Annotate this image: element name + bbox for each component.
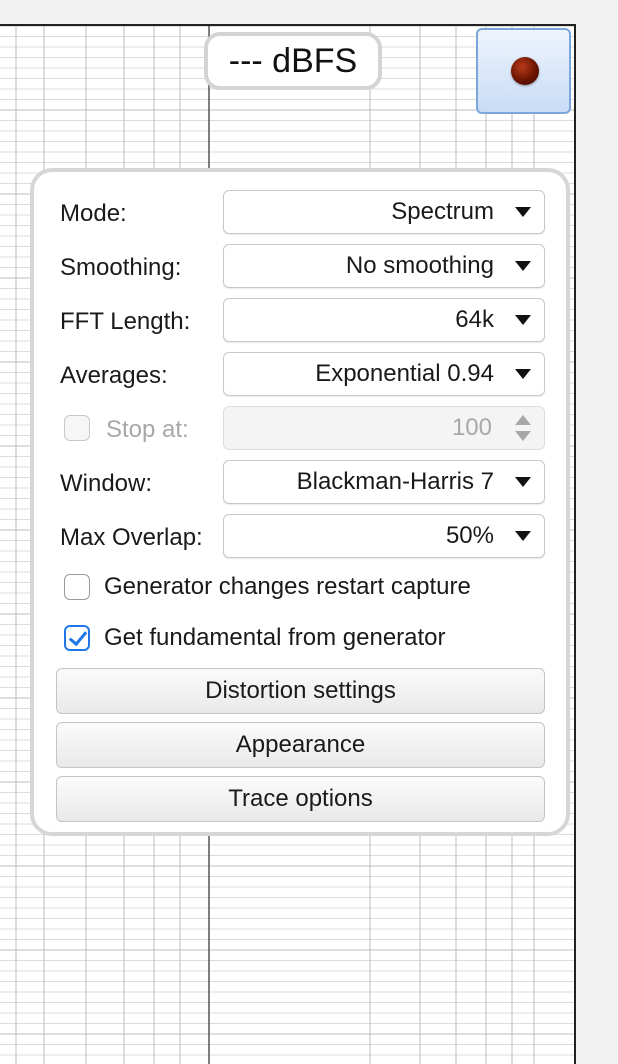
appearance-button[interactable]: Appearance [56,722,545,768]
level-readout-text: --- dBFS [228,41,358,80]
distortion-settings-button[interactable]: Distortion settings [56,668,545,714]
stop-at-label: Stop at: [106,416,189,443]
averages-dropdown[interactable]: Exponential 0.94 [223,352,545,396]
chevron-down-icon [515,207,531,217]
generator-restart-checkbox[interactable] [64,574,90,600]
record-icon [511,57,539,85]
trace-options-button[interactable]: Trace options [56,776,545,822]
stop-at-checkbox[interactable] [64,415,90,441]
smoothing-label: Smoothing: [60,254,182,281]
stepper-up-icon [515,415,531,425]
window-label: Window: [60,470,153,497]
window-dropdown[interactable]: Blackman-Harris 7 [223,460,545,504]
smoothing-dropdown[interactable]: No smoothing [223,244,545,288]
chevron-down-icon [515,261,531,271]
mode-label: Mode: [60,200,127,227]
max-overlap-dropdown[interactable]: 50% [223,514,545,558]
chevron-down-icon [515,477,531,487]
fundamental-from-generator-label: Get fundamental from generator [104,624,446,651]
generator-restart-label: Generator changes restart capture [104,573,471,600]
chevron-down-icon [515,315,531,325]
fft-length-label: FFT Length: [60,308,191,335]
stop-at-stepper[interactable]: 100 [223,406,545,450]
window-value: Blackman-Harris 7 [296,468,494,495]
level-readout: --- dBFS [204,32,382,90]
record-button[interactable] [476,28,571,114]
averages-label: Averages: [60,362,168,389]
max-overlap-label: Max Overlap: [60,524,203,551]
checkmark-icon [68,626,88,647]
chevron-down-icon [515,531,531,541]
max-overlap-value: 50% [445,522,494,549]
smoothing-value: No smoothing [345,252,494,279]
fft-length-dropdown[interactable]: 64k [223,298,545,342]
stop-at-value: 100 [451,414,492,441]
chevron-down-icon [515,369,531,379]
mode-dropdown[interactable]: Spectrum [223,190,545,234]
averages-value: Exponential 0.94 [315,360,494,387]
fft-length-value: 64k [455,306,494,333]
mode-value: Spectrum [391,198,494,225]
stepper-arrows-icon[interactable] [514,415,532,443]
stepper-down-icon [515,431,531,441]
fundamental-from-generator-checkbox[interactable] [64,625,90,651]
settings-panel: Mode: Spectrum Smoothing: No smoothing F… [30,168,570,836]
